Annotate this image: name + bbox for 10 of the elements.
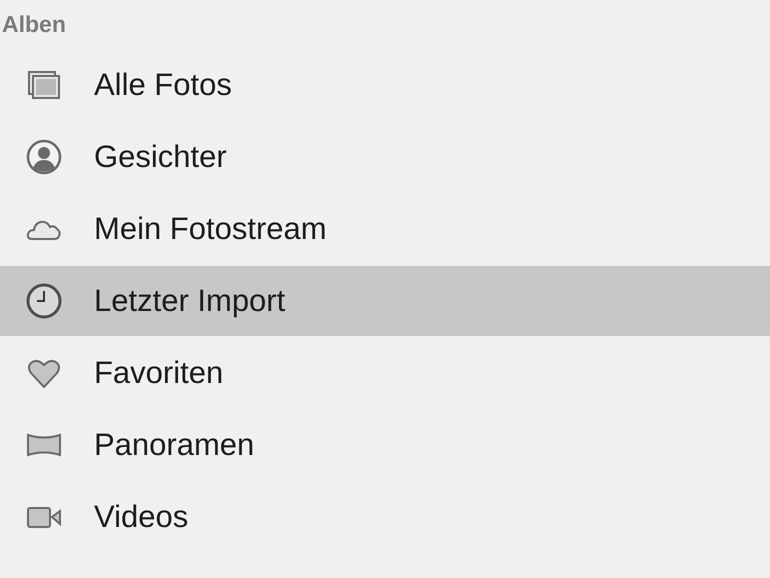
person-icon xyxy=(26,139,62,175)
sidebar-item[interactable]: Panoramen xyxy=(0,410,770,480)
section-heading: Alben xyxy=(2,10,66,38)
sidebar-item[interactable]: Alle Fotos xyxy=(0,50,770,120)
sidebar-item[interactable]: Videos xyxy=(0,482,770,552)
sidebar-item[interactable]: Favoriten xyxy=(0,338,770,408)
sidebar-item[interactable]: Gesichter xyxy=(0,122,770,192)
sidebar-item[interactable]: Letzter Import xyxy=(0,266,770,336)
clock-icon xyxy=(26,283,62,319)
sidebar-item[interactable]: Mein Fotostream xyxy=(0,194,770,264)
